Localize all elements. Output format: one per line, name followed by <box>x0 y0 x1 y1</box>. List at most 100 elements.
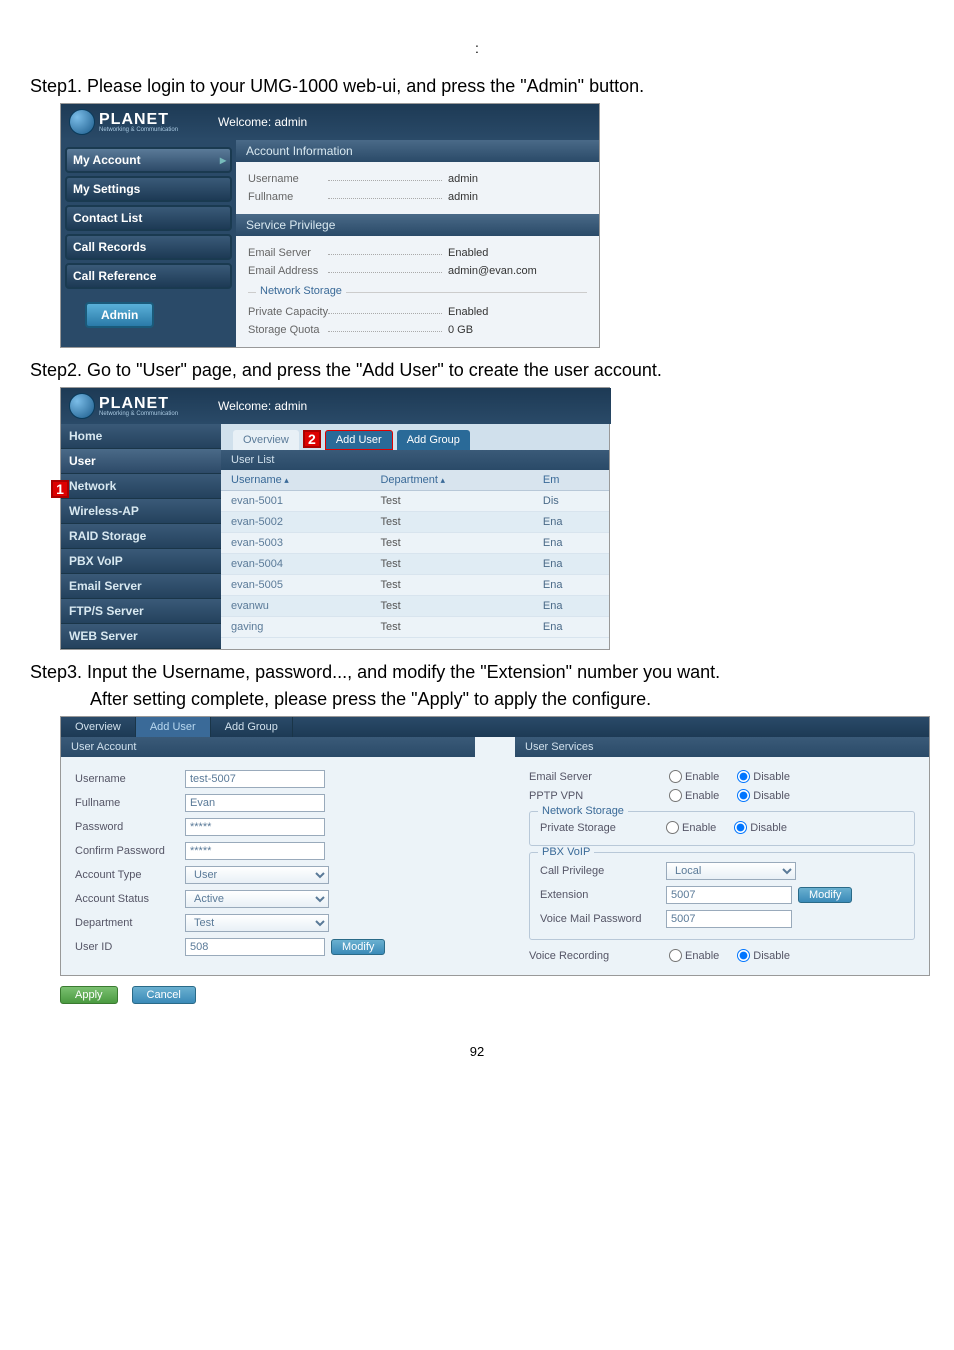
lbl-fullname: Fullname <box>75 797 185 809</box>
emailserver-enable[interactable]: Enable <box>669 770 719 783</box>
tab-add-user-3[interactable]: Add User <box>136 717 211 737</box>
marker-2: 2 <box>303 430 321 448</box>
nav-ftps-server[interactable]: FTP/S Server <box>61 599 221 624</box>
nav-contact-list[interactable]: Contact List <box>65 205 232 231</box>
lbl-dept: Department <box>75 917 185 929</box>
cancel-button[interactable]: Cancel <box>132 986 196 1004</box>
header-bar-2: PLANET Networking & Communication Welcom… <box>61 388 611 424</box>
tab-add-user[interactable]: Add User <box>325 430 393 450</box>
confirm-password-input[interactable] <box>185 842 325 860</box>
lbl-privstor: Private Storage <box>540 822 666 834</box>
lbl-acctstatus: Account Status <box>75 893 185 905</box>
userid-input[interactable] <box>185 938 325 956</box>
emailserver-disable[interactable]: Disable <box>737 770 790 783</box>
call-privilege-select[interactable]: Local <box>666 862 796 880</box>
logo-2: PLANET Networking & Communication <box>69 393 178 419</box>
lbl-username: Username <box>75 773 185 785</box>
table-row: evanwuTestEna <box>221 596 609 617</box>
nav-call-reference[interactable]: Call Reference <box>65 263 232 289</box>
pptp-enable[interactable]: Enable <box>669 789 719 802</box>
welcome-text-2: Welcome: admin <box>218 399 307 413</box>
row-privcap: Private CapacityEnabled <box>248 303 587 321</box>
department-select[interactable]: Test <box>185 914 329 932</box>
header-bar: PLANET Networking & Communication Welcom… <box>61 104 599 140</box>
nav-my-settings[interactable]: My Settings <box>65 176 232 202</box>
extension-input[interactable] <box>666 886 792 904</box>
privstor-disable[interactable]: Disable <box>734 821 787 834</box>
col-username[interactable]: Username <box>221 470 370 491</box>
account-status-select[interactable]: Active <box>185 890 329 908</box>
user-table: Username Department Em evan-5001TestDis … <box>221 470 609 638</box>
content-2: Overview 2 Add User Add Group User List … <box>221 388 609 649</box>
lbl-pptp: PPTP VPN <box>529 790 669 802</box>
privstor-enable[interactable]: Enable <box>666 821 716 834</box>
user-services-column: User Services Email Server EnableDisable… <box>515 737 929 975</box>
network-storage-legend: Network Storage <box>256 285 346 297</box>
row-fullname: Fullnameadmin <box>248 188 587 206</box>
admin-button[interactable]: Admin <box>85 302 154 328</box>
nav-pbx-voip[interactable]: PBX VoIP <box>61 549 221 574</box>
table-row: evan-5003TestEna <box>221 533 609 554</box>
nav-home[interactable]: Home <box>61 424 221 449</box>
lbl-password: Password <box>75 821 185 833</box>
tabs-2: Overview 2 Add User Add Group <box>221 424 609 450</box>
username-input[interactable] <box>185 770 325 788</box>
nav-call-records[interactable]: Call Records <box>65 234 232 260</box>
user-services-header: User Services <box>515 737 929 757</box>
network-storage-fieldset: Network Storage Private Storage EnableDi… <box>529 811 915 846</box>
table-row: gavingTestEna <box>221 617 609 638</box>
nav-my-account[interactable]: My Account▸ <box>65 147 232 173</box>
row-username: Usernameadmin <box>248 170 587 188</box>
password-input[interactable] <box>185 818 325 836</box>
content-panel: Account Information Usernameadmin Fullna… <box>236 140 599 347</box>
nav-wireless-ap[interactable]: Wireless-AP <box>61 499 221 524</box>
row-emailaddr: Email Addressadmin@evan.com <box>248 262 587 280</box>
tab-add-group-3[interactable]: Add Group <box>211 717 293 737</box>
page-number: 92 <box>30 1044 924 1059</box>
welcome-text: Welcome: admin <box>218 115 307 129</box>
row-emailserver: Email ServerEnabled <box>248 244 587 262</box>
sidebar: My Account▸ My Settings Contact List Cal… <box>61 140 236 347</box>
screenshot-2: 1 PLANET Networking & Communication Welc… <box>60 387 610 650</box>
nav-raid-storage[interactable]: RAID Storage <box>61 524 221 549</box>
table-row: evan-5004TestEna <box>221 554 609 575</box>
step2-text: Step2. Go to "User" page, and press the … <box>30 360 924 381</box>
lbl-callpriv: Call Privilege <box>540 865 666 877</box>
modify-userid-button[interactable]: Modify <box>331 939 385 955</box>
account-info-header: Account Information <box>236 140 599 162</box>
action-buttons: Apply Cancel <box>30 976 924 1004</box>
account-type-select[interactable]: User <box>185 866 329 884</box>
tabs-3: Overview Add User Add Group <box>61 717 929 737</box>
col-department[interactable]: Department <box>370 470 532 491</box>
col-extra: Em <box>533 470 609 491</box>
voicemail-password-input[interactable] <box>666 910 792 928</box>
lbl-userid: User ID <box>75 941 185 953</box>
logo-subtext: Networking & Communication <box>99 411 178 417</box>
pptp-disable[interactable]: Disable <box>737 789 790 802</box>
vrec-disable[interactable]: Disable <box>737 949 790 962</box>
service-priv-header: Service Privilege <box>236 214 599 236</box>
tab-overview[interactable]: Overview <box>233 430 299 450</box>
chevron-right-icon: ▸ <box>220 153 226 167</box>
apply-button[interactable]: Apply <box>60 986 118 1004</box>
vrec-enable[interactable]: Enable <box>669 949 719 962</box>
globe-icon <box>69 109 95 135</box>
nav-email-server[interactable]: Email Server <box>61 574 221 599</box>
table-row: evan-5002TestEna <box>221 512 609 533</box>
nav-web-server[interactable]: WEB Server <box>61 624 221 649</box>
modify-extension-button[interactable]: Modify <box>798 887 852 903</box>
pbx-voip-legend: PBX VoIP <box>538 846 594 858</box>
table-row: evan-5001TestDis <box>221 491 609 512</box>
pbx-voip-fieldset: PBX VoIP Call PrivilegeLocal ExtensionMo… <box>529 852 915 940</box>
user-account-column: User Account Username Fullname Password … <box>61 737 475 975</box>
network-storage-legend-3: Network Storage <box>538 805 628 817</box>
sidebar-2: PLANET Networking & Communication Welcom… <box>61 388 221 649</box>
nav-network[interactable]: Network <box>61 474 221 499</box>
lbl-accttype: Account Type <box>75 869 185 881</box>
tab-overview-3[interactable]: Overview <box>61 717 136 737</box>
logo: PLANET Networking & Communication <box>69 109 178 135</box>
tab-add-group[interactable]: Add Group <box>397 430 470 450</box>
nav-user[interactable]: User <box>61 449 221 474</box>
row-quota: Storage Quota0 GB <box>248 321 587 339</box>
fullname-input[interactable] <box>185 794 325 812</box>
